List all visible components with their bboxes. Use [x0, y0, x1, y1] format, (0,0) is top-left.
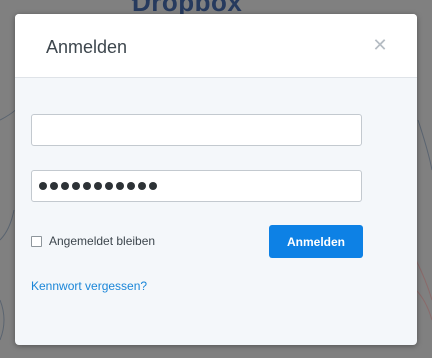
remember-me-row: Angemeldet bleiben	[31, 234, 155, 248]
password-field[interactable]	[31, 170, 362, 202]
dialog-header: Anmelden ✕	[15, 14, 417, 78]
login-button[interactable]: Anmelden	[269, 225, 363, 258]
forgot-password-link[interactable]: Kennwort vergessen?	[31, 279, 147, 293]
dropbox-logo: Dropbox	[126, 0, 242, 17]
close-icon[interactable]: ✕	[371, 36, 389, 54]
dialog-title: Anmelden	[46, 37, 128, 57]
remember-me-label: Angemeldet bleiben	[49, 234, 156, 248]
remember-me-checkbox[interactable]	[31, 235, 42, 247]
email-field[interactable]	[31, 114, 362, 146]
